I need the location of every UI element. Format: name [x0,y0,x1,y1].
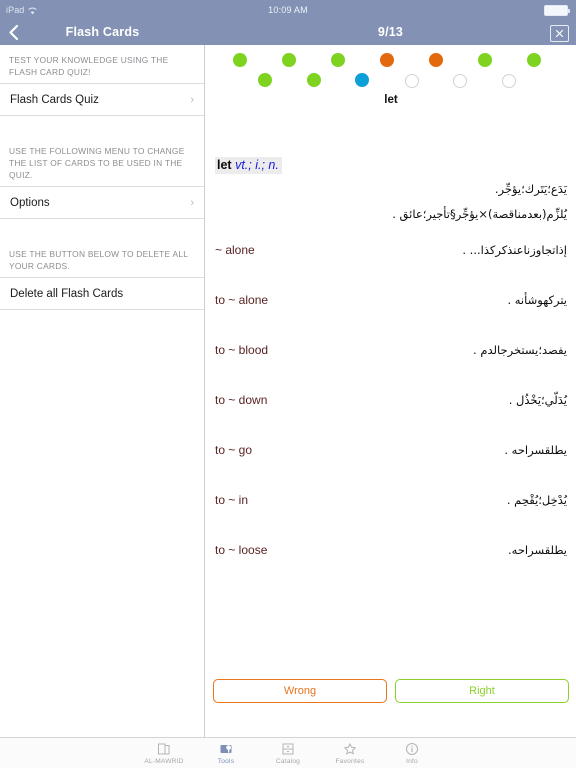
phrase-row: to ~ go يطلقسراحه . [206,443,576,473]
sidebar-item-flash-cards-quiz[interactable]: Flash Cards Quiz › [0,83,204,116]
phrase-term: to ~ go [215,443,253,457]
answer-buttons: Wrong Right [206,674,576,708]
tab-al-mawrid[interactable]: AL-MAWRID [133,738,195,772]
close-x-icon[interactable] [550,25,569,42]
tab-favorites[interactable]: Favorites [319,738,381,772]
phrase-term: to ~ alone [215,293,269,307]
dictionary-entry: let vt.; i.; n. يَدَع؛يَتَرك؛يؤجِّر. يُل… [206,111,576,691]
progress-dot-wrong [429,53,443,67]
quiz-nav-bar: 9/13 [205,20,576,45]
status-bar-clock: 10:09 AM [268,5,308,15]
tab-label: AL-MAWRID [144,758,184,765]
sidebar-title: Flash Cards [65,25,140,39]
phrase-row: to ~ in يُدْخِل؛يُقْحِم . [206,493,576,523]
entry-sense-0: يَدَع؛يَتَرك؛يؤجِّر. [494,182,567,196]
right-button[interactable]: Right [395,679,569,703]
phrase-term: to ~ down [215,393,268,407]
phrase-row: to ~ loose يطلقسراحه. [206,543,576,573]
sidebar-nav-bar: Flash Cards [0,20,205,45]
sidebar-section-header-1: USE THE FOLLOWING MENU TO CHANGE THE LIS… [9,146,185,180]
status-bar: iPad 10:09 AM [0,0,576,20]
tools-icon [219,741,233,756]
progress-dot-correct [282,53,296,67]
sidebar-item-options[interactable]: Options › [0,186,204,219]
progress-dot-pending [453,74,467,88]
quiz-progress-label: 9/13 [377,25,404,39]
phrase-term: to ~ blood [215,343,269,357]
sidebar-section-header-0: TEST YOUR KNOWLEDGE USING THE FLASH CARD… [9,55,169,77]
phrase-row: to ~ down يُدَلّي؛يَخْذُل . [206,393,576,423]
entry-sense-1: يُلزِّم(بعدمناقصة)×يؤجِّر§تأجير؛عائق . [392,207,567,221]
progress-dots [206,45,576,91]
progress-dot-current [355,73,369,87]
sidebar: TEST YOUR KNOWLEDGE USING THE FLASH CARD… [0,45,205,737]
progress-dot-pending [404,74,419,88]
sidebar-item-label: Delete all Flash Cards [10,287,124,300]
progress-dot-correct [331,53,345,67]
info-circle-icon [405,741,419,756]
tab-label: Info [406,758,418,765]
cue-word: let [384,94,398,106]
tab-tools[interactable]: Tools [195,738,257,772]
progress-dot-wrong [380,53,394,67]
progress-dot-pending [501,74,516,88]
entry-headword-line: let vt.; i.; n. [215,157,282,174]
battery-full-icon [544,5,570,16]
star-icon [343,741,357,756]
phrase-row: to ~ alone يتركهوشأنه . [206,293,576,323]
progress-dot-correct [306,73,321,87]
phrase-translation: إذاتجاوزناعنذكركذا... . [462,243,567,257]
phrase-term: ~ alone [215,243,255,257]
sidebar-item-label: Flash Cards Quiz [10,93,99,106]
app-screen: iPad 10:09 AM Flash Cards 9/13 TEST YOUR… [0,0,576,768]
progress-dot-correct [233,53,247,67]
sidebar-section-header-2: USE THE BUTTON BELOW TO DELETE ALL YOUR … [9,249,188,271]
progress-dot-correct [527,53,541,67]
tab-label: Favorites [335,758,365,765]
wrong-button[interactable]: Wrong [213,679,387,703]
phrase-row: to ~ blood يفصد؛يستخرجالدم . [206,343,576,373]
tab-info[interactable]: Info [381,738,443,772]
phrase-translation: يُدْخِل؛يُقْحِم . [506,493,567,507]
tab-label: Catalog [275,758,301,765]
chevron-right-icon: › [190,93,194,106]
chevron-right-icon: › [190,196,194,209]
drawer-icon [281,741,295,756]
phrase-row: ~ alone إذاتجاوزناعنذكركذا... . [206,243,576,273]
tab-bar: AL-MAWRID Tools Catalog Favorites Info [0,737,576,768]
tab-label: Tools [217,758,235,765]
tab-catalog[interactable]: Catalog [257,738,319,772]
progress-dot-correct [258,73,272,87]
phrase-translation: يطلقسراحه . [504,443,567,457]
sidebar-item-delete-all-flash-cards[interactable]: Delete all Flash Cards [0,277,204,310]
quiz-panel: let let vt.; i.; n. يَدَع؛يَتَرك؛يؤجِّر.… [206,45,576,737]
entry-part-of-speech: vt.; i.; n. [235,158,279,172]
progress-dot-correct [478,53,492,67]
phrase-term: to ~ loose [215,543,268,557]
book-icon [157,741,171,756]
entry-headword: let [217,158,232,172]
sidebar-item-label: Options [10,196,50,209]
phrase-term: to ~ in [215,493,249,507]
